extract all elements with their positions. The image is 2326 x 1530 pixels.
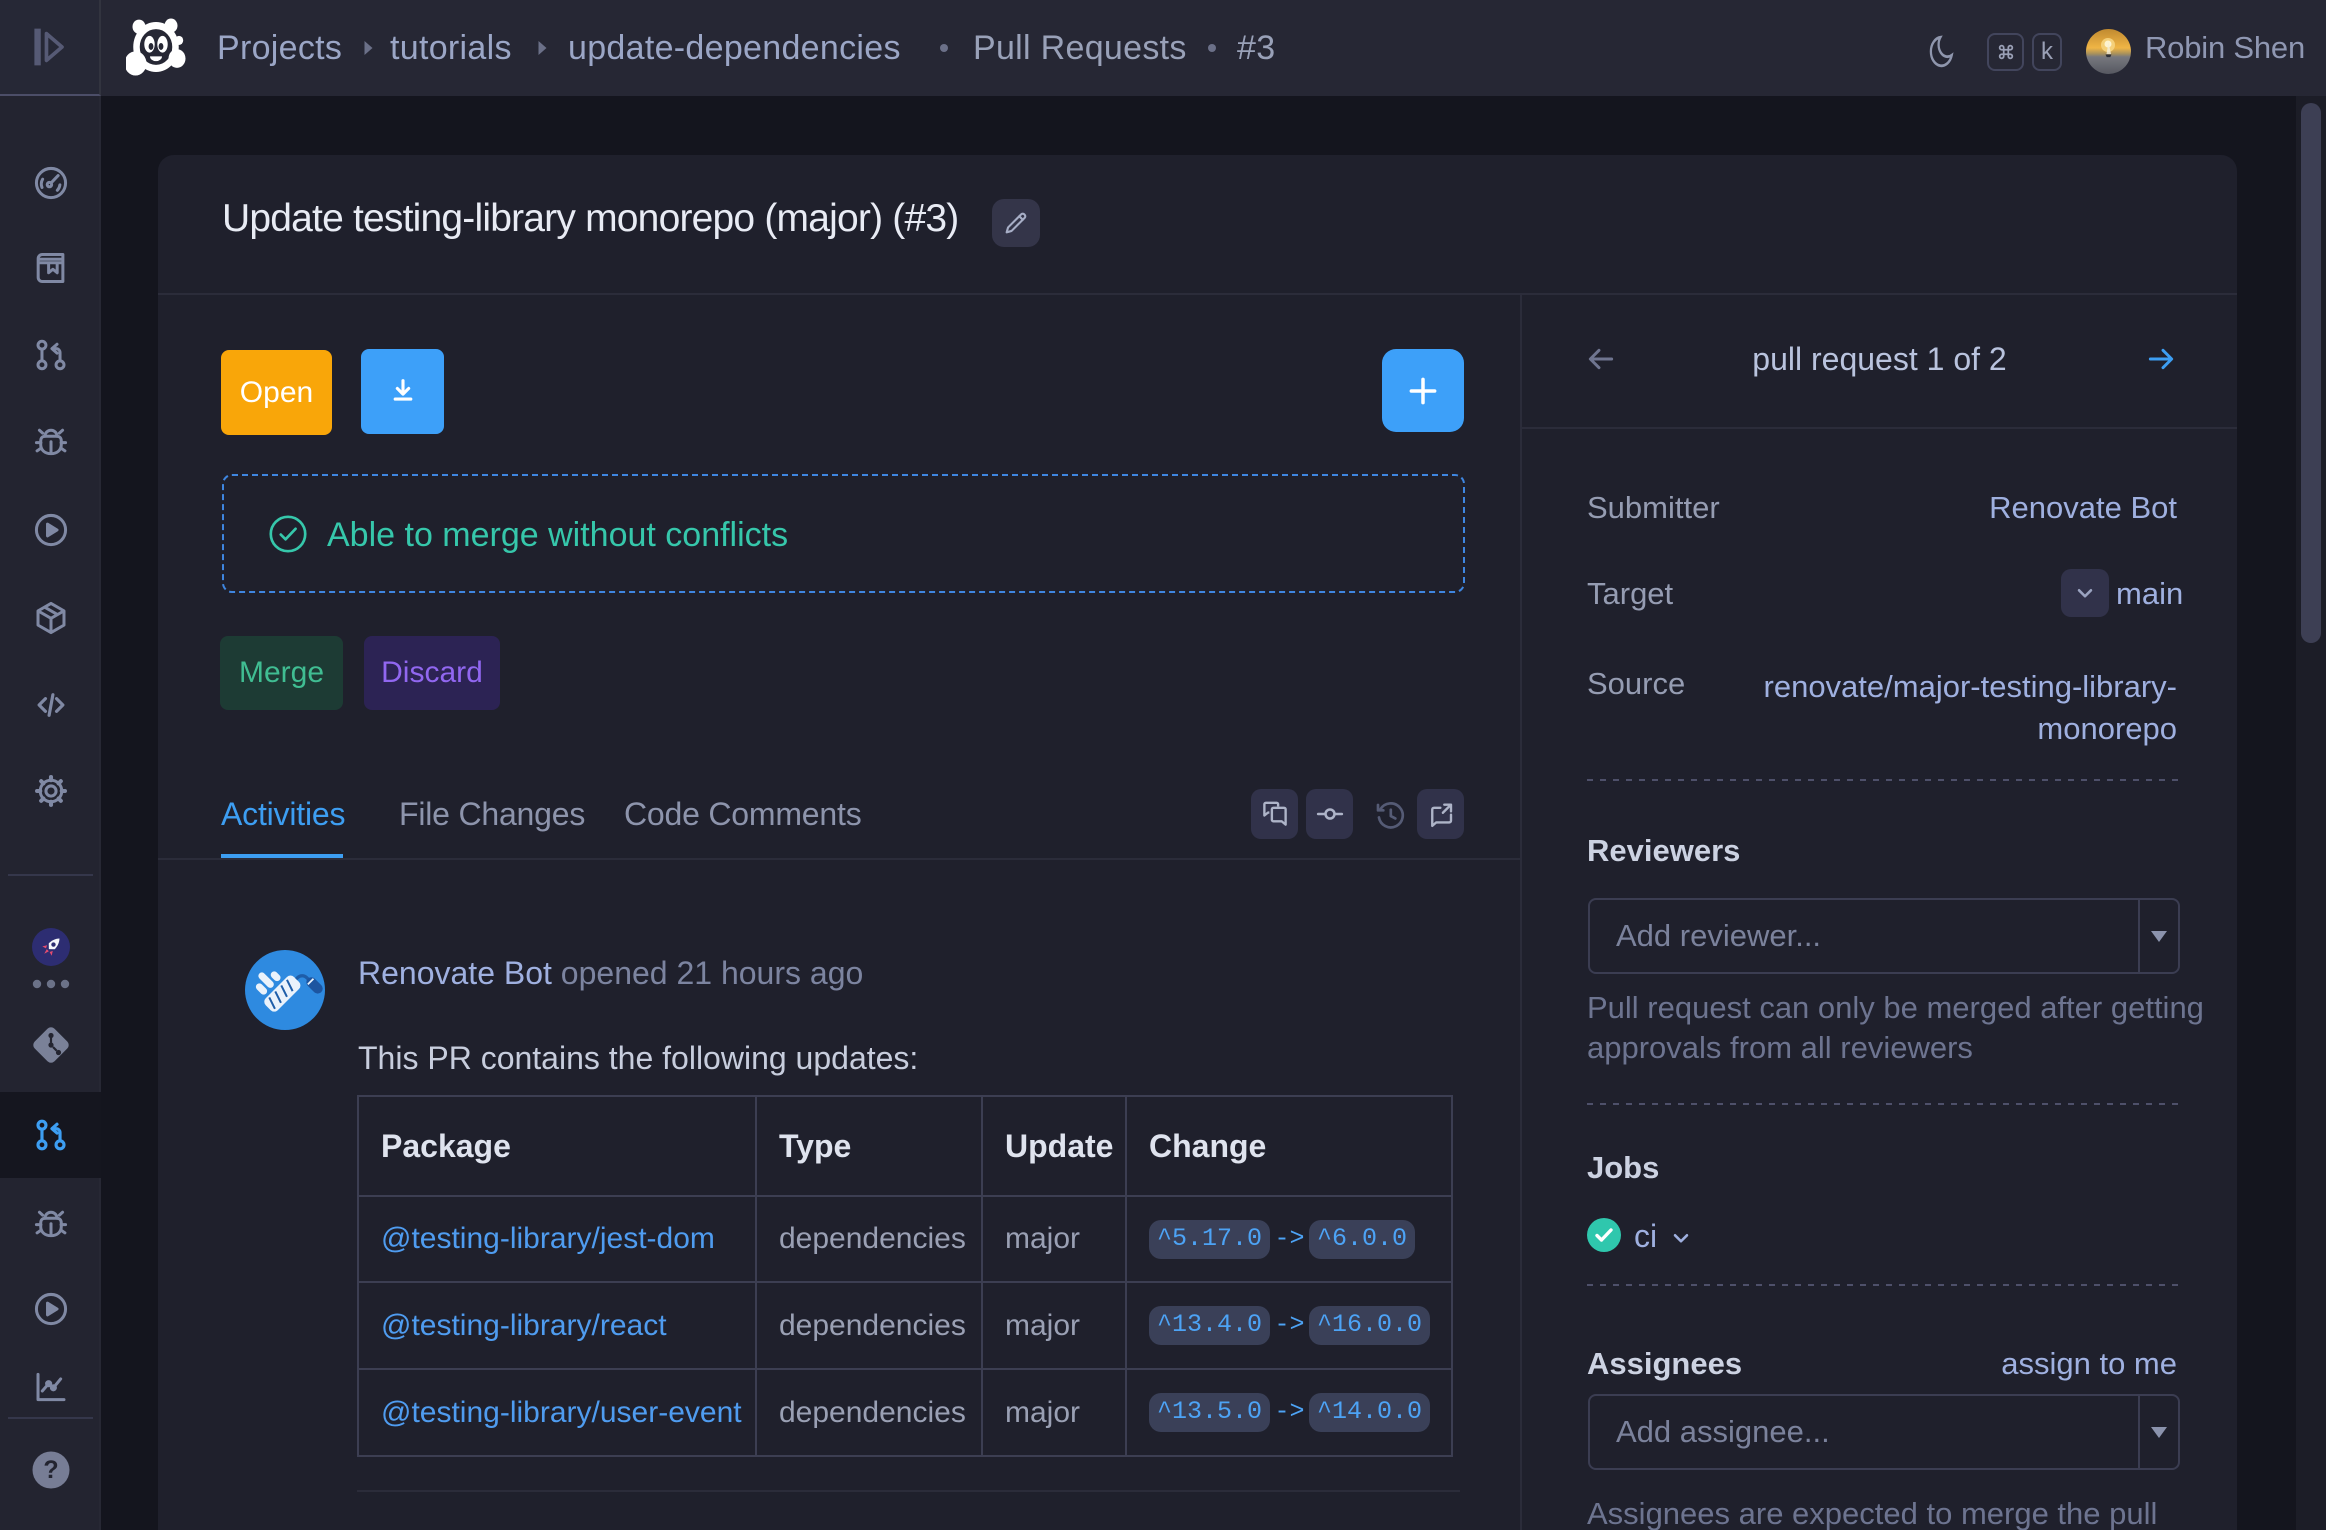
- svg-text:?: ?: [43, 1456, 58, 1484]
